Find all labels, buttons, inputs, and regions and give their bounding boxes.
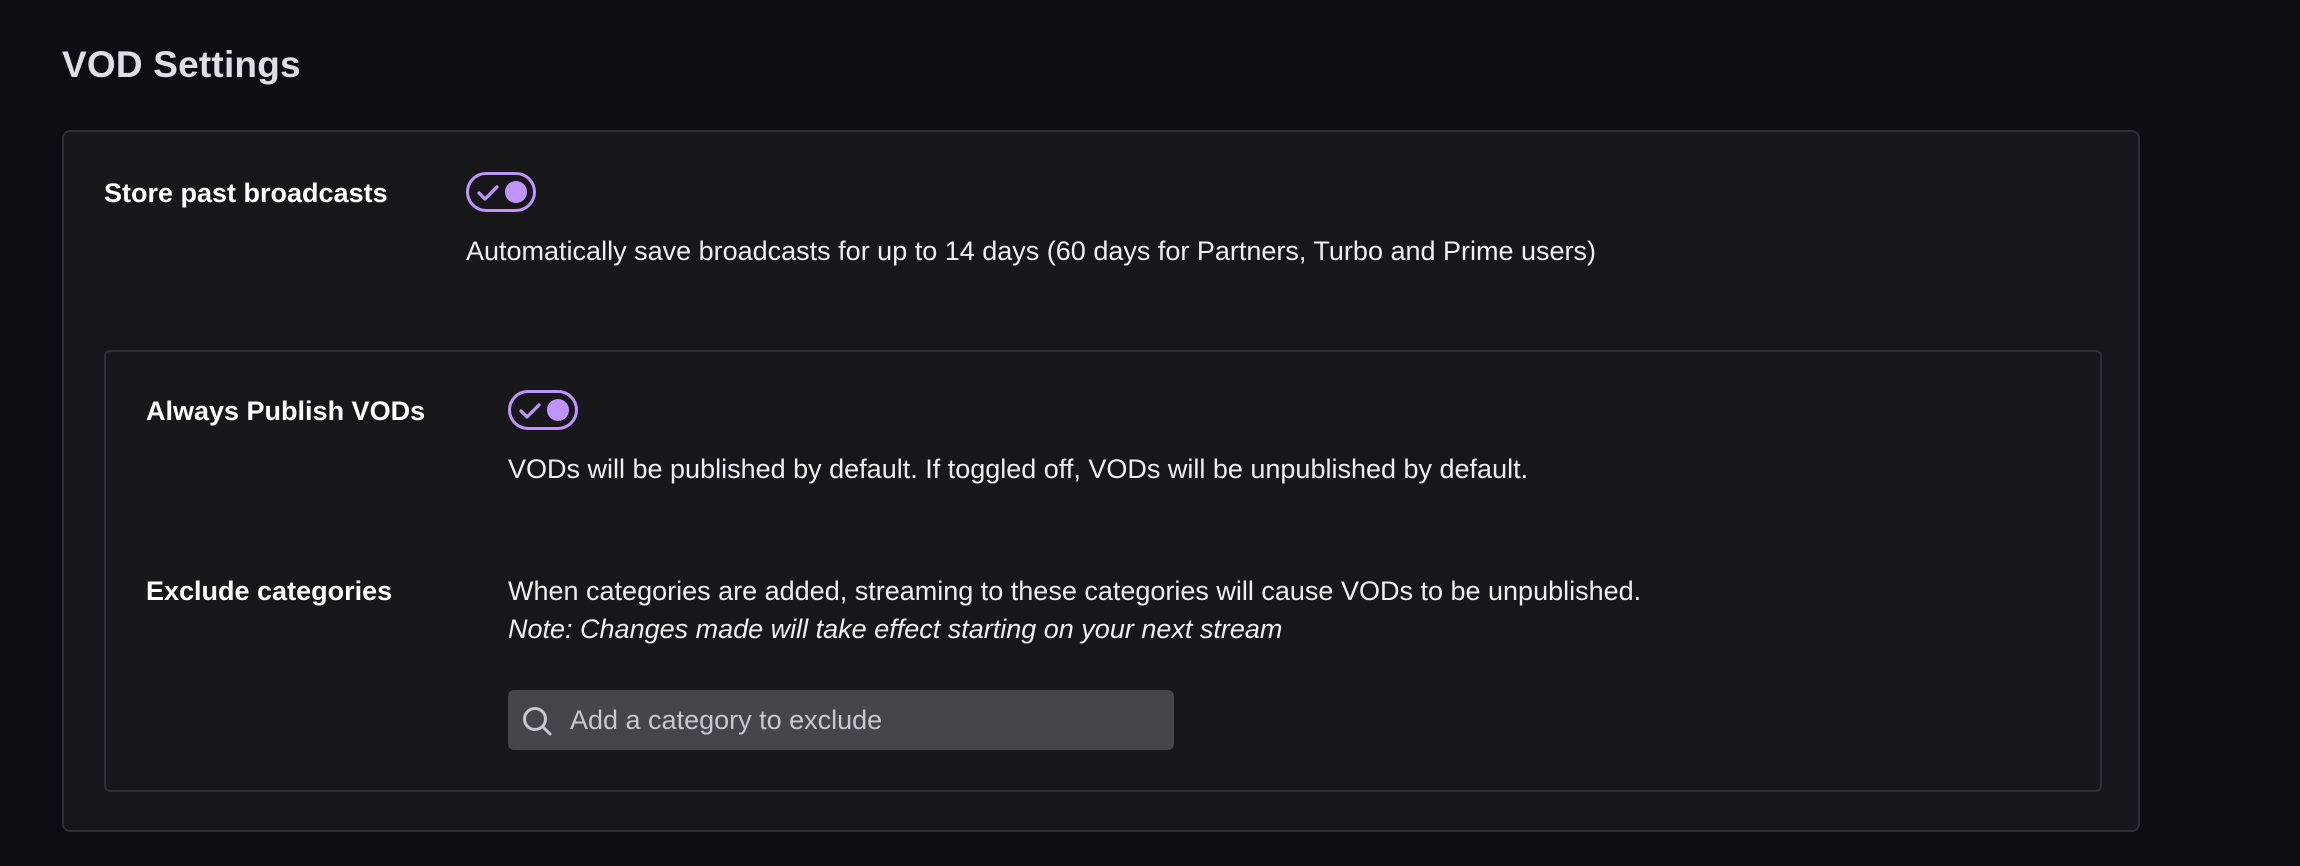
- toggle-knob: [505, 181, 527, 203]
- always-publish-vods-toggle[interactable]: [508, 390, 578, 430]
- store-past-broadcasts-label: Store past broadcasts: [104, 178, 388, 208]
- toggle-knob: [547, 399, 569, 421]
- exclude-categories-note: Note: Changes made will take effect star…: [508, 614, 1283, 644]
- always-publish-vods-label: Always Publish VODs: [146, 396, 426, 426]
- exclude-categories-description: When categories are added, streaming to …: [508, 576, 1642, 606]
- publish-settings-subcard: Always Publish VODs VODs will be publish…: [104, 350, 2102, 792]
- check-icon: [477, 185, 499, 201]
- search-icon: [523, 707, 552, 736]
- always-publish-vods-description: VODs will be published by default. If to…: [508, 454, 1529, 484]
- store-past-broadcasts-toggle[interactable]: [466, 172, 536, 212]
- exclude-categories-label: Exclude categories: [146, 576, 393, 606]
- page-title: VOD Settings: [62, 44, 301, 85]
- category-search-input[interactable]: [570, 690, 1160, 750]
- vod-settings-card: Store past broadcasts Automatically save…: [62, 130, 2140, 832]
- check-icon: [519, 403, 541, 419]
- store-past-broadcasts-description: Automatically save broadcasts for up to …: [466, 236, 1597, 266]
- category-search-box[interactable]: [508, 690, 1174, 750]
